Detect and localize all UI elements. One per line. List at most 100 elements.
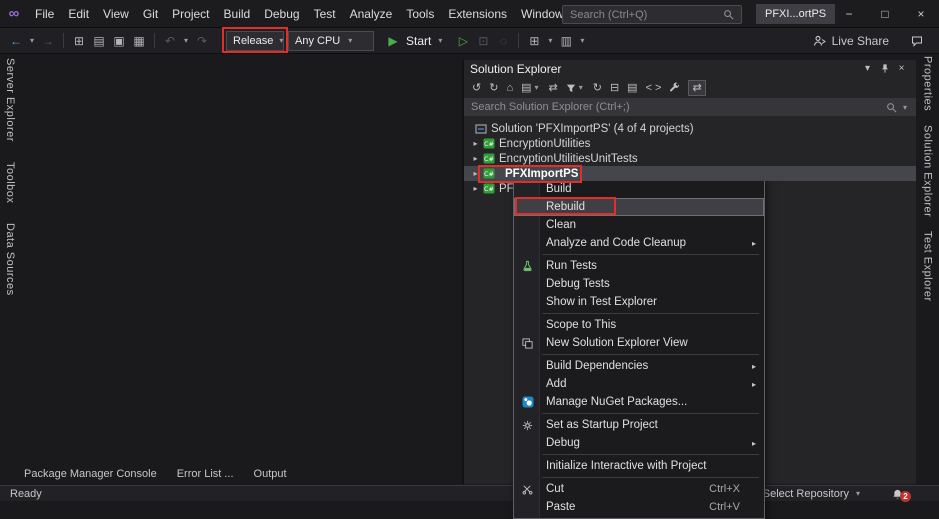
new-project-icon[interactable]: ⊞ bbox=[71, 34, 87, 48]
code-view-icon[interactable]: < > bbox=[646, 82, 662, 94]
tab-data-sources[interactable]: Data Sources bbox=[4, 223, 16, 296]
notifications-button[interactable]: 2 bbox=[892, 488, 903, 500]
menu-test[interactable]: Test bbox=[307, 0, 343, 28]
hot-reload-icon[interactable]: ◌ bbox=[495, 34, 511, 48]
solution-explorer-header: Solution Explorer ▾ × bbox=[464, 60, 916, 77]
menu-project[interactable]: Project bbox=[165, 0, 216, 28]
start-label: Start bbox=[406, 34, 431, 48]
context-menu-item-run-tests[interactable]: Run Tests bbox=[514, 257, 764, 275]
maximize-button[interactable]: □ bbox=[867, 0, 903, 28]
show-all-files-icon[interactable]: ▤ bbox=[627, 81, 637, 94]
right-tool-tabs: Properties Solution Explorer Test Explor… bbox=[916, 54, 939, 302]
close-icon[interactable]: × bbox=[893, 63, 910, 74]
context-menu-item-clean[interactable]: Clean bbox=[514, 216, 764, 234]
command-window-icon[interactable]: ▥ bbox=[558, 34, 574, 48]
left-tool-tabs: Server Explorer Toolbox Data Sources bbox=[0, 54, 20, 296]
tab-test-explorer[interactable]: Test Explorer bbox=[922, 231, 934, 302]
tab-properties[interactable]: Properties bbox=[922, 56, 934, 111]
expander-icon[interactable]: ▸ bbox=[470, 139, 481, 148]
preview-selected-items-icon[interactable]: ⇄ bbox=[688, 80, 705, 96]
open-file-icon[interactable]: ▤ bbox=[91, 34, 107, 48]
filter-icon[interactable]: ▾ bbox=[566, 83, 585, 93]
context-menu-item-rebuild[interactable]: Rebuild bbox=[514, 198, 764, 216]
expander-icon[interactable]: ▸ bbox=[470, 184, 481, 193]
undo-dropdown-icon[interactable]: ▾ bbox=[182, 36, 190, 45]
menu-view[interactable]: View bbox=[96, 0, 136, 28]
tab-package-manager-console[interactable]: Package Manager Console bbox=[14, 468, 167, 480]
expander-icon[interactable]: ▸ bbox=[470, 169, 481, 178]
context-menu-item-build[interactable]: Build bbox=[514, 180, 764, 198]
properties-wrench-icon[interactable] bbox=[669, 82, 680, 93]
tab-solution-explorer[interactable]: Solution Explorer bbox=[922, 125, 934, 217]
forward-circle-icon[interactable]: ↻ bbox=[489, 81, 498, 94]
context-menu-item-debug-tests[interactable]: Debug Tests bbox=[514, 275, 764, 293]
menu-debug[interactable]: Debug bbox=[257, 0, 306, 28]
toolbar-separator bbox=[63, 33, 64, 48]
tree-row-project-selected[interactable]: ▸ C# PFXImportPS bbox=[464, 166, 916, 181]
navigate-back-icon[interactable]: ← bbox=[8, 34, 24, 48]
save-all-icon[interactable]: ▦ bbox=[131, 34, 147, 48]
tab-error-list[interactable]: Error List ... bbox=[167, 468, 244, 480]
quick-search-input[interactable]: Search (Ctrl+Q) bbox=[562, 5, 742, 24]
close-button[interactable]: × bbox=[903, 0, 939, 28]
navigate-forward-icon[interactable]: → bbox=[40, 34, 56, 48]
context-menu-item-set-as-startup-project[interactable]: Set as Startup Project bbox=[514, 416, 764, 434]
send-feedback-button[interactable] bbox=[911, 28, 923, 54]
search-options-icon[interactable]: ▾ bbox=[901, 103, 909, 112]
home-icon[interactable]: ⌂ bbox=[506, 82, 513, 94]
tab-output[interactable]: Output bbox=[244, 468, 297, 480]
toolbar-separator bbox=[518, 33, 519, 48]
save-icon[interactable]: ▣ bbox=[111, 34, 127, 48]
navigate-back-dropdown-icon[interactable]: ▾ bbox=[28, 36, 36, 45]
menu-git[interactable]: Git bbox=[136, 0, 165, 28]
window-position-icon[interactable]: ▾ bbox=[859, 63, 876, 74]
expander-icon[interactable]: ▸ bbox=[470, 154, 481, 163]
collapse-all-icon[interactable]: ⊟ bbox=[610, 81, 619, 94]
context-menu-item-debug[interactable]: Debug ▸ bbox=[514, 434, 764, 452]
menu-file[interactable]: File bbox=[28, 0, 61, 28]
context-menu-item-add[interactable]: Add ▸ bbox=[514, 375, 764, 393]
chevron-down-icon: ▾ bbox=[854, 489, 862, 498]
redo-icon[interactable]: ↷ bbox=[194, 34, 210, 48]
toolbar-overflow-icon[interactable]: ▾ bbox=[578, 36, 586, 45]
menu-tools[interactable]: Tools bbox=[399, 0, 441, 28]
context-menu-item-analyze-and-code-cleanup[interactable]: Analyze and Code Cleanup ▸ bbox=[514, 234, 764, 252]
submenu-arrow-icon: ▸ bbox=[752, 239, 756, 248]
feedback-icon bbox=[911, 35, 923, 47]
switch-views-icon[interactable]: ▤▾ bbox=[521, 81, 540, 94]
solution-platform-value: Any CPU bbox=[295, 35, 340, 47]
live-share-button[interactable]: Live Share bbox=[813, 28, 889, 54]
menu-build[interactable]: Build bbox=[217, 0, 258, 28]
tree-row-project[interactable]: ▸ C# EncryptionUtilities bbox=[464, 136, 916, 151]
tree-row-label: EncryptionUtilities bbox=[499, 138, 590, 150]
tree-row-project[interactable]: ▸ C# EncryptionUtilitiesUnitTests bbox=[464, 151, 916, 166]
solution-platform-dropdown[interactable]: Any CPU ▾ bbox=[288, 31, 374, 51]
solution-explorer-search-input[interactable]: Search Solution Explorer (Ctrl+;) ▾ bbox=[464, 98, 916, 116]
start-without-debugging-icon[interactable]: ▷ bbox=[455, 34, 471, 48]
minimize-button[interactable]: − bbox=[831, 0, 867, 28]
menu-analyze[interactable]: Analyze bbox=[343, 0, 400, 28]
menu-extensions[interactable]: Extensions bbox=[441, 0, 514, 28]
undo-icon[interactable]: ↶ bbox=[162, 34, 178, 48]
start-debugging-button[interactable]: ▶ Start ▾ bbox=[378, 30, 451, 52]
solution-configuration-dropdown[interactable]: Release ▾ bbox=[226, 31, 284, 51]
context-menu-item-initialize-interactive-with-project[interactable]: Initialize Interactive with Project bbox=[514, 457, 764, 475]
context-menu-item-cut[interactable]: Cut Ctrl+X bbox=[514, 480, 764, 498]
back-circle-icon[interactable]: ↺ bbox=[472, 81, 481, 94]
find-in-files-icon[interactable]: ⊞ bbox=[526, 34, 542, 48]
context-menu-item-new-solution-explorer-view[interactable]: New Solution Explorer View bbox=[514, 334, 764, 352]
menu-edit[interactable]: Edit bbox=[61, 0, 96, 28]
select-repository-button[interactable]: ⇅ Select Repository ▾ bbox=[749, 487, 862, 500]
context-menu-separator bbox=[542, 313, 759, 314]
refresh-icon[interactable]: ↻ bbox=[593, 81, 602, 94]
context-menu-item-manage-nuget-packages[interactable]: Manage NuGet Packages... bbox=[514, 393, 764, 411]
context-menu-item-build-dependencies[interactable]: Build Dependencies ▸ bbox=[514, 357, 764, 375]
sync-with-active-document-icon[interactable]: ⇄ bbox=[549, 81, 558, 94]
context-menu-item-scope-to-this[interactable]: Scope to This bbox=[514, 316, 764, 334]
tree-row-solution[interactable]: Solution 'PFXImportPS' (4 of 4 projects) bbox=[464, 121, 916, 136]
context-menu-item-show-in-test-explorer[interactable]: Show in Test Explorer bbox=[514, 293, 764, 311]
tab-server-explorer[interactable]: Server Explorer bbox=[4, 58, 16, 142]
attach-to-process-icon[interactable]: ⊡ bbox=[475, 34, 491, 48]
tab-toolbox[interactable]: Toolbox bbox=[4, 162, 16, 203]
pin-icon[interactable] bbox=[876, 63, 893, 74]
